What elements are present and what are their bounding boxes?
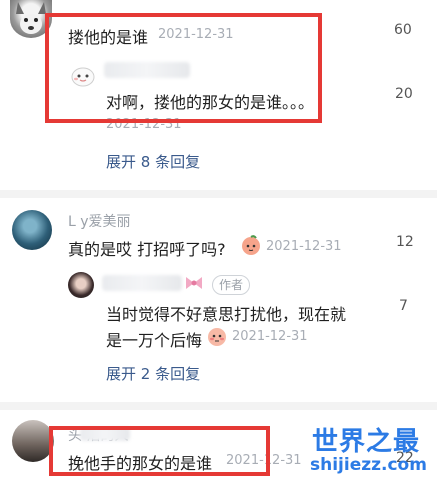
bow-icon (186, 277, 202, 289)
reply-text-line1: 当时觉得不好意思打扰他，现在就 (106, 305, 347, 324)
author-avatar[interactable] (68, 272, 94, 298)
expand-replies-link[interactable]: 展开 2 条回复 (106, 363, 200, 384)
reply-date: 2021-12-31 (232, 329, 308, 344)
reply-text-line2: 是一万个后悔 (106, 331, 203, 350)
peach-emoji-icon (242, 235, 260, 255)
divider (0, 190, 437, 198)
comment-date: 2021-12-31 (266, 239, 342, 254)
embarrassed-emoji-icon (208, 328, 226, 346)
avatar[interactable] (12, 210, 52, 250)
author-badge: 作者 (212, 275, 251, 295)
avatar[interactable] (12, 420, 54, 462)
expand-replies-link[interactable]: 展开 8 条回复 (106, 151, 200, 172)
watermark-url: shijiezz.com (310, 455, 427, 475)
highlight-box (49, 426, 270, 476)
username[interactable]: L y爱美丽 (68, 211, 131, 231)
comment-text: 真的是哎 打招呼了吗? (68, 240, 226, 259)
blurred-username (102, 275, 182, 291)
like-count[interactable]: 12 (396, 234, 414, 250)
reply-like-count[interactable]: 7 (399, 298, 408, 314)
reply-like-count[interactable]: 20 (395, 86, 413, 102)
divider (0, 402, 437, 410)
like-count[interactable]: 60 (394, 22, 412, 38)
watermark-title: 世界之最 (312, 427, 421, 457)
highlight-box (45, 13, 322, 123)
